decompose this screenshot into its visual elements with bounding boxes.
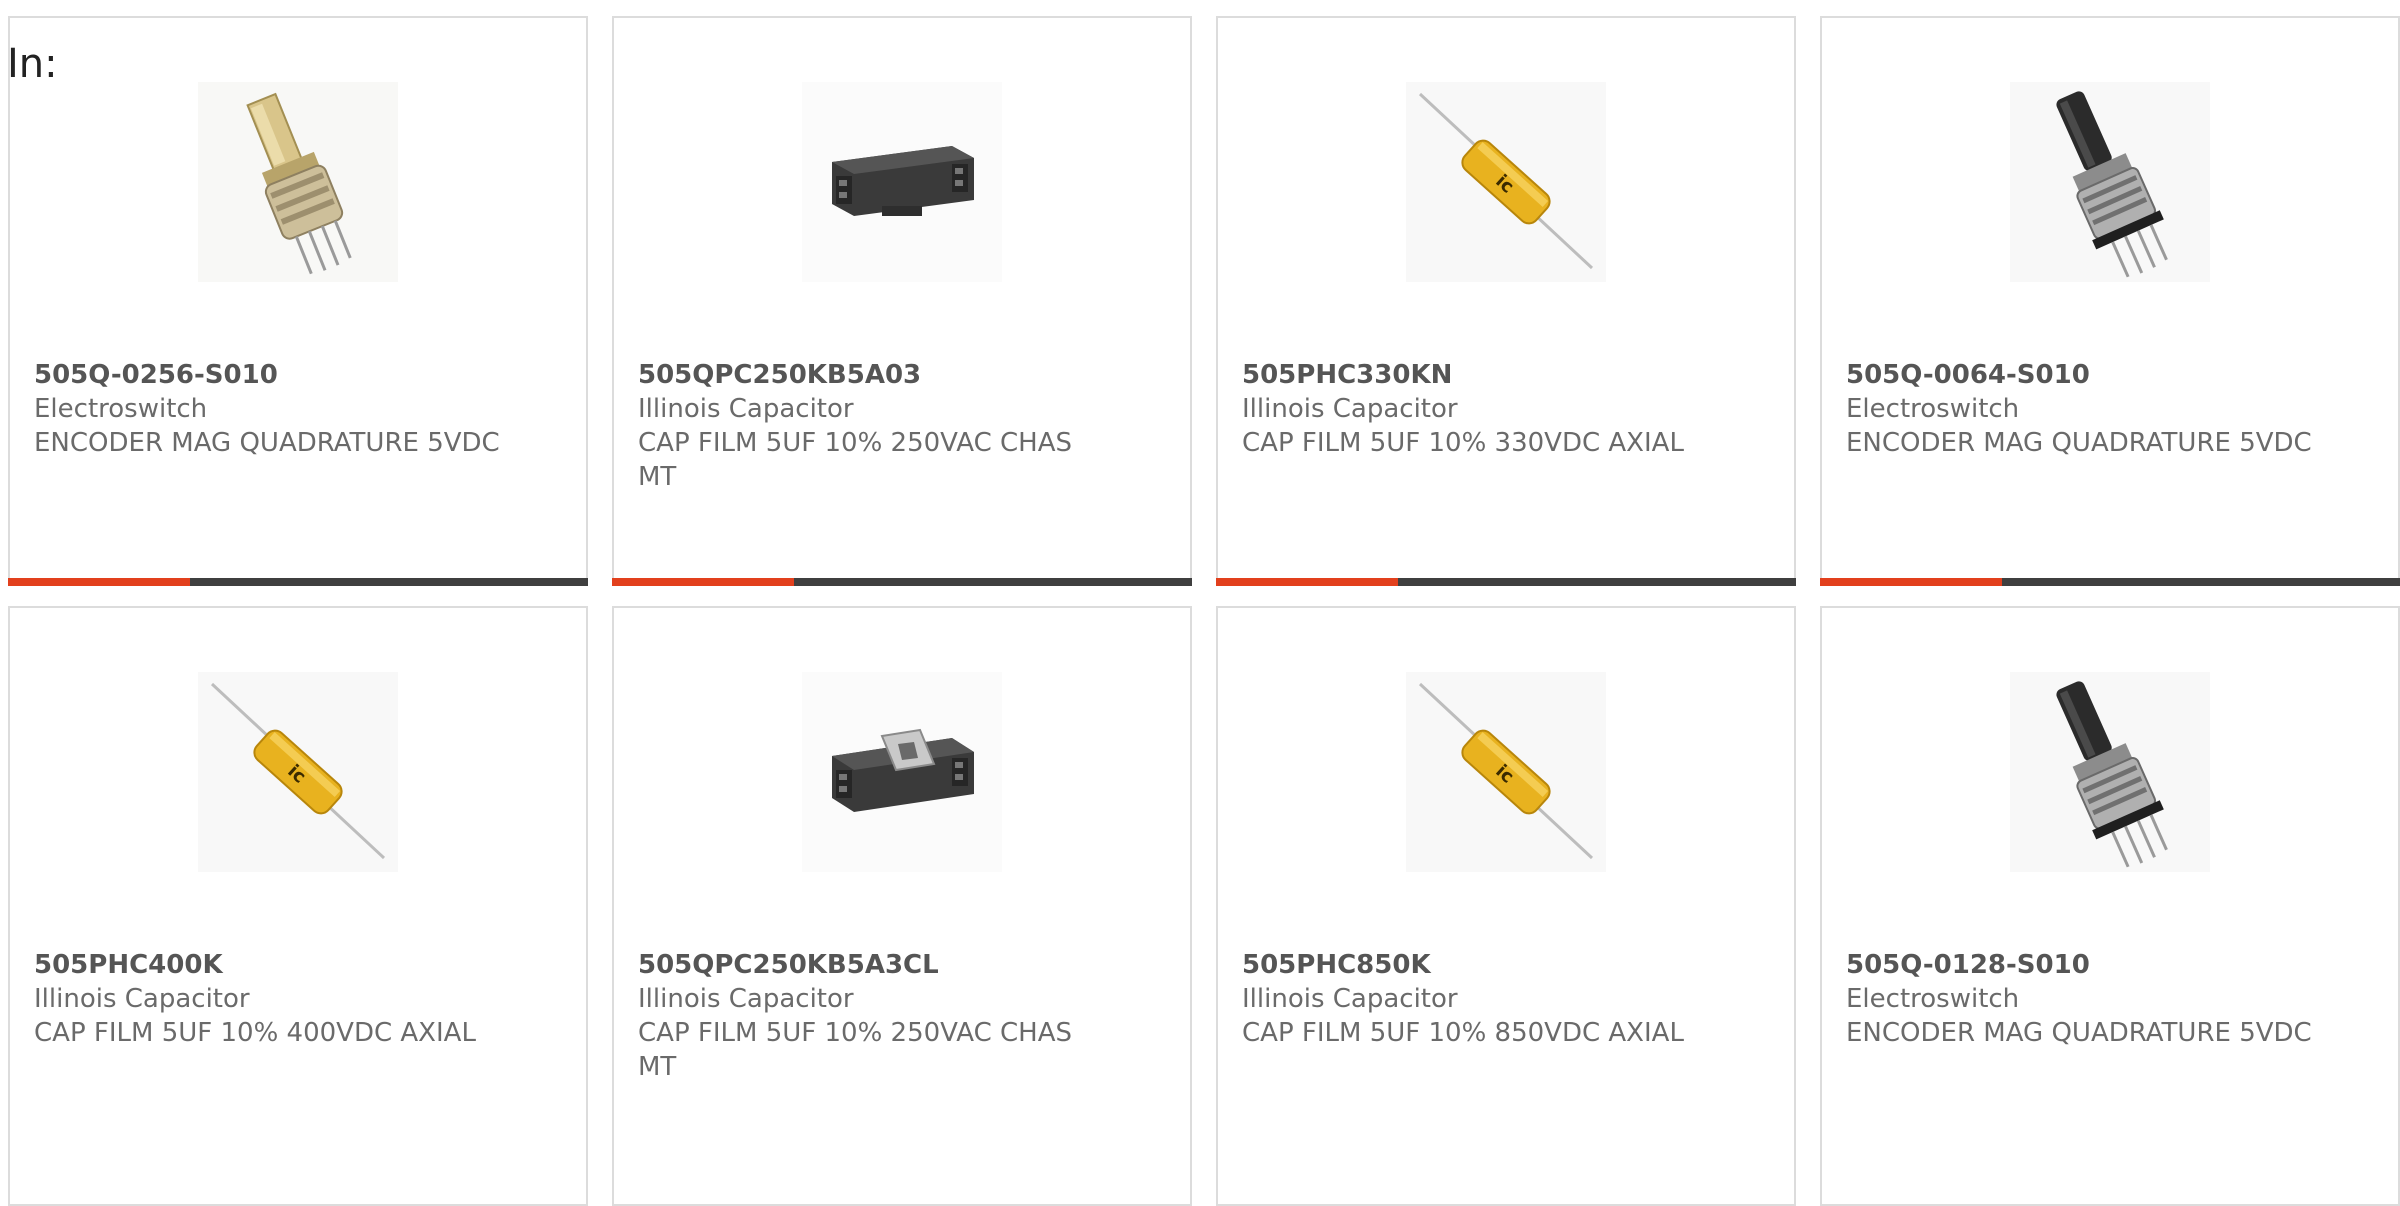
card-footer-bar [8,578,588,586]
axial-capacitor-icon: ic [1406,672,1606,872]
part-number-link[interactable]: 505QPC250KB5A03 [638,358,1118,392]
encoder-brass-icon [198,82,398,282]
product-card[interactable]: 505Q-0256-S010 Electroswitch ENCODER MAG… [8,16,588,586]
chassis-capacitor-icon [802,82,1002,282]
manufacturer-name: Electroswitch [1846,984,2020,1014]
card-footer-bar [1216,578,1796,586]
product-description: CAP FILM 5UF 10% 850VDC AXIAL [1242,1018,1684,1048]
part-number-link[interactable]: 505PHC400K [34,948,514,982]
card-accent-bar [612,578,794,586]
product-card[interactable]: ic 505PHC330KN Illinois Capacitor CAP FI… [1216,16,1796,586]
manufacturer-name: Illinois Capacitor [638,394,854,424]
filter-prefix-label: In: [7,41,58,87]
product-info: 505PHC400K Illinois Capacitor CAP FILM 5… [34,948,514,1050]
manufacturer-name: Illinois Capacitor [34,984,250,1014]
product-card[interactable]: 505Q-0064-S010 Electroswitch ENCODER MAG… [1820,16,2400,586]
product-info: 505QPC250KB5A03 Illinois Capacitor CAP F… [638,358,1118,494]
product-info: 505PHC850K Illinois Capacitor CAP FILM 5… [1242,948,1722,1050]
manufacturer-name: Illinois Capacitor [638,984,854,1014]
encoder-black-icon [2010,82,2210,282]
product-card[interactable]: 505QPC250KB5A03 Illinois Capacitor CAP F… [612,16,1192,586]
manufacturer-name: Electroswitch [1846,394,2020,424]
product-description: CAP FILM 5UF 10% 400VDC AXIAL [34,1018,476,1048]
product-description: ENCODER MAG QUADRATURE 5VDC [1846,1018,2312,1048]
product-info: 505Q-0128-S010 Electroswitch ENCODER MAG… [1846,948,2326,1050]
chassis-capacitor-clip-icon [802,672,1002,872]
product-description: CAP FILM 5UF 10% 250VAC CHAS MT [638,1018,1073,1082]
axial-capacitor-icon: ic [198,672,398,872]
product-card[interactable]: ic 505PHC850K Illinois Capacitor CAP FIL… [1216,606,1796,1206]
manufacturer-name: Illinois Capacitor [1242,984,1458,1014]
part-number-link[interactable]: 505PHC330KN [1242,358,1722,392]
product-card[interactable]: ic 505PHC400K Illinois Capacitor CAP FIL… [8,606,588,1206]
manufacturer-name: Illinois Capacitor [1242,394,1458,424]
part-number-link[interactable]: 505Q-0256-S010 [34,358,514,392]
product-description: ENCODER MAG QUADRATURE 5VDC [1846,428,2312,458]
card-footer-bar [612,578,1192,586]
product-description: CAP FILM 5UF 10% 250VAC CHAS MT [638,428,1073,492]
part-number-link[interactable]: 505Q-0064-S010 [1846,358,2326,392]
product-card[interactable]: 505Q-0128-S010 Electroswitch ENCODER MAG… [1820,606,2400,1206]
product-card[interactable]: 505QPC250KB5A3CL Illinois Capacitor CAP … [612,606,1192,1206]
manufacturer-name: Electroswitch [34,394,208,424]
card-accent-bar [1216,578,1398,586]
product-info: 505PHC330KN Illinois Capacitor CAP FILM … [1242,358,1722,460]
product-info: 505QPC250KB5A3CL Illinois Capacitor CAP … [638,948,1118,1084]
product-description: CAP FILM 5UF 10% 330VDC AXIAL [1242,428,1684,458]
axial-capacitor-icon: ic [1406,82,1606,282]
part-number-link[interactable]: 505PHC850K [1242,948,1722,982]
part-number-link[interactable]: 505Q-0128-S010 [1846,948,2326,982]
product-info: 505Q-0256-S010 Electroswitch ENCODER MAG… [34,358,514,460]
card-accent-bar [1820,578,2002,586]
part-number-link[interactable]: 505QPC250KB5A3CL [638,948,1118,982]
product-info: 505Q-0064-S010 Electroswitch ENCODER MAG… [1846,358,2326,460]
card-accent-bar [8,578,190,586]
card-footer-bar [1820,578,2400,586]
product-description: ENCODER MAG QUADRATURE 5VDC [34,428,500,458]
product-grid: 505Q-0256-S010 Electroswitch ENCODER MAG… [8,16,2400,1206]
encoder-black-icon [2010,672,2210,872]
